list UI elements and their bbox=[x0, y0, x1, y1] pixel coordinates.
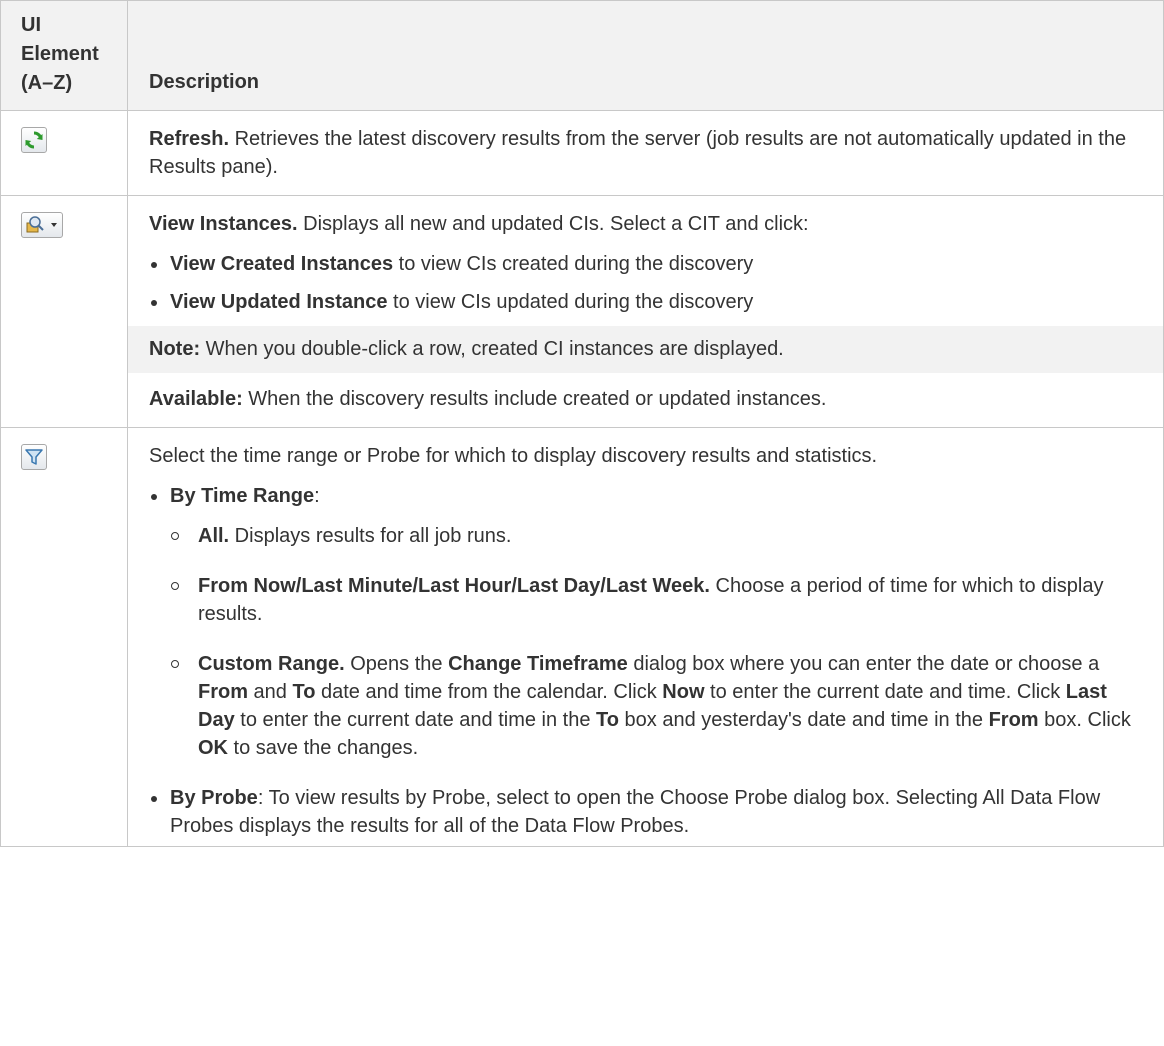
view-instances-description: View Instances. Displays all new and upd… bbox=[127, 195, 1164, 428]
filter-icon[interactable] bbox=[21, 444, 47, 470]
refresh-description: Refresh. Retrieves the latest discovery … bbox=[127, 110, 1164, 196]
view-instances-icon[interactable] bbox=[21, 212, 63, 238]
list-item: By Probe: To view results by Probe, sele… bbox=[149, 784, 1143, 840]
list-item: View Created Instances to view CIs creat… bbox=[149, 250, 1143, 278]
table-row-filter: Select the time range or Probe for which… bbox=[0, 427, 1164, 847]
sub-list-item: Custom Range. Opens the Change Timeframe… bbox=[149, 650, 1143, 762]
header-description: Description bbox=[127, 0, 1164, 111]
sub-list-item: All. Displays results for all job runs. bbox=[149, 522, 1143, 550]
refresh-icon[interactable] bbox=[21, 127, 47, 153]
list-item: View Updated Instance to view CIs update… bbox=[149, 288, 1143, 316]
icon-cell bbox=[0, 110, 128, 196]
table-header-row: UI Element (A–Z) Description bbox=[0, 0, 1164, 111]
note-box: Note: When you double-click a row, creat… bbox=[128, 326, 1163, 373]
availability-text: Available: When the discovery results in… bbox=[149, 388, 827, 410]
icon-cell bbox=[0, 427, 128, 847]
sub-list-item: From Now/Last Minute/Last Hour/Last Day/… bbox=[149, 572, 1143, 628]
ui-element-table: UI Element (A–Z) Description Refresh. Re… bbox=[0, 0, 1164, 847]
list-item: By Time Range: bbox=[149, 482, 1143, 510]
table-row-refresh: Refresh. Retrieves the latest discovery … bbox=[0, 110, 1164, 196]
filter-description: Select the time range or Probe for which… bbox=[127, 427, 1164, 847]
table-row-view-instances: View Instances. Displays all new and upd… bbox=[0, 195, 1164, 428]
icon-cell bbox=[0, 195, 128, 428]
header-ui-element: UI Element (A–Z) bbox=[0, 0, 128, 111]
